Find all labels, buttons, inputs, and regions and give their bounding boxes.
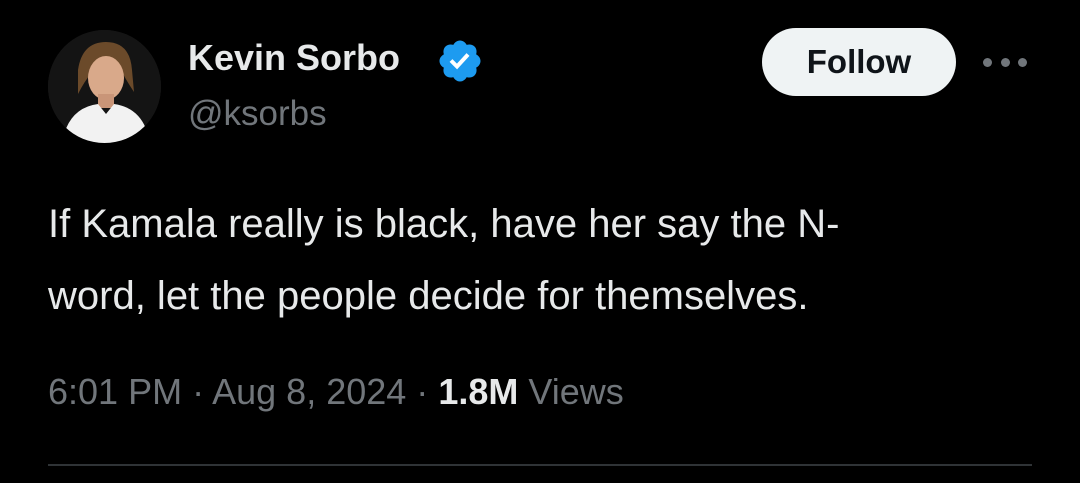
tweet-text-line: word, let the people decide for themselv…	[48, 274, 809, 318]
views-count: 1.8M	[438, 371, 519, 412]
meta-separator: ·	[416, 371, 429, 412]
author-handle[interactable]: @ksorbs	[188, 92, 327, 136]
meta-separator: ·	[192, 371, 205, 412]
verified-badge-icon	[439, 40, 481, 82]
more-dot	[1018, 57, 1027, 67]
divider	[48, 464, 1032, 466]
tweet-time[interactable]: 6:01 PM	[48, 371, 182, 412]
tweet-date[interactable]: Aug 8, 2024	[212, 371, 406, 412]
profile-photo	[48, 30, 161, 143]
more-dot	[983, 57, 992, 67]
tweet-meta: 6:01 PM · Aug 8, 2024 · 1.8M Views	[48, 366, 624, 418]
tweet-text: If Kamala really is black, have her say …	[48, 188, 1048, 332]
more-dot	[1000, 57, 1010, 67]
avatar[interactable]	[48, 30, 161, 143]
follow-button[interactable]: Follow	[762, 28, 956, 96]
more-horizontal-icon[interactable]	[983, 48, 1027, 76]
display-name[interactable]: Kevin Sorbo	[188, 36, 400, 80]
views-label: Views	[528, 371, 624, 412]
tweet-text-line: If Kamala really is black, have her say …	[48, 202, 840, 246]
